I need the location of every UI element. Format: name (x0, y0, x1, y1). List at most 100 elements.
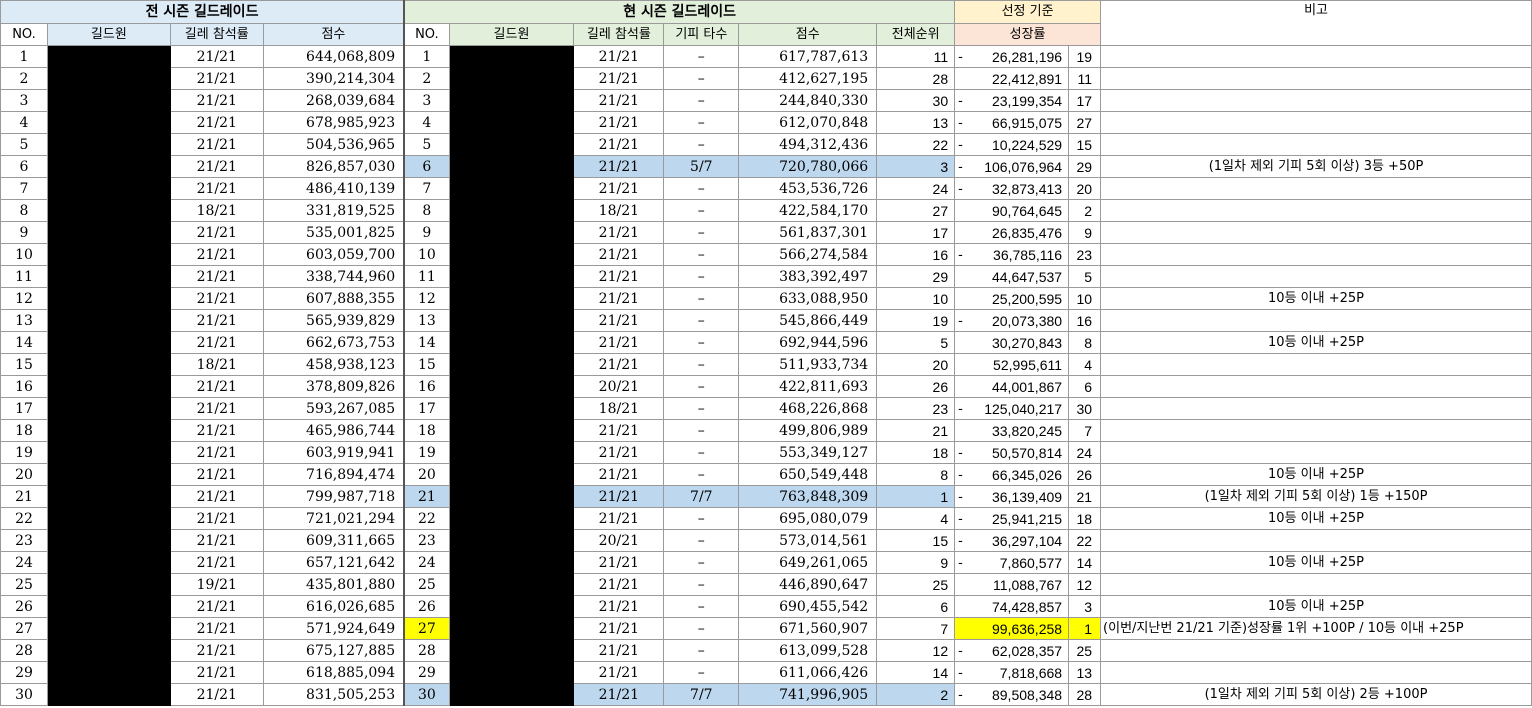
curr-attendance-cell: 21/21 (573, 221, 665, 244)
redacted-member-cell (448, 551, 575, 574)
growth-cell: - 36,297,104 (954, 529, 1070, 552)
redacted-member-cell (448, 683, 575, 706)
negative-sign: - (958, 510, 963, 526)
remark-cell (1100, 529, 1532, 552)
growth-value: 36,139,409 (991, 488, 1063, 505)
negative-sign: - (958, 554, 963, 570)
redacted-member-cell (448, 67, 575, 90)
overall-rank-cell: 19 (876, 309, 956, 332)
prev-score-cell: 338,744,960 (262, 265, 405, 288)
overall-rank-cell: 2 (876, 683, 956, 706)
curr-score-cell: 573,014,561 (738, 529, 878, 552)
redacted-member-cell (448, 199, 575, 222)
prev-score-cell: 657,121,642 (262, 551, 405, 574)
redacted-member-cell (46, 89, 171, 112)
curr-no-cell: 26 (403, 595, 450, 618)
prev-attendance-cell: 21/21 (169, 309, 264, 332)
redacted-member-cell (46, 155, 171, 178)
curr-score-cell: 545,866,449 (738, 309, 878, 332)
curr-attendance-cell: 20/21 (573, 529, 665, 552)
redacted-member-cell (46, 595, 171, 618)
growth-rank-cell: 19 (1068, 45, 1102, 68)
growth-rank-cell: 4 (1068, 353, 1102, 376)
growth-value: 33,820,245 (991, 422, 1063, 439)
redacted-member-cell (46, 683, 171, 706)
curr-no-cell: 4 (403, 111, 450, 134)
boss-hits-cell: – (663, 639, 740, 662)
prev-no-cell: 26 (0, 595, 48, 618)
boss-hits-cell: – (663, 309, 740, 332)
growth-value: 30,270,843 (991, 334, 1063, 351)
curr-score-cell: 422,811,693 (738, 375, 878, 398)
prev-no-cell: 23 (0, 529, 48, 552)
growth-value: 36,785,116 (993, 246, 1063, 263)
redacted-member-cell (448, 661, 575, 684)
prev-attendance-cell: 21/21 (169, 221, 264, 244)
overall-rank-cell: 26 (876, 375, 956, 398)
curr-score-cell: 446,890,647 (738, 573, 878, 596)
negative-sign: - (958, 466, 963, 482)
curr-attendance-cell: 21/21 (573, 243, 665, 266)
prev-score-cell: 565,939,829 (262, 309, 405, 332)
curr-no-cell: 9 (403, 221, 450, 244)
redacted-member-cell (448, 529, 575, 552)
table-row: 22 21/21 721,021,294 22 21/21–695,080,079 4-2… (0, 507, 1532, 530)
overall-rank-cell: 18 (876, 441, 956, 464)
growth-rank-cell: 1 (1068, 617, 1102, 640)
growth-rank-cell: 7 (1068, 419, 1102, 442)
curr-no-cell: 21 (403, 485, 450, 508)
curr-attendance-cell: 21/21 (573, 419, 665, 442)
curr-attendance-header: 길레 참석률 (573, 23, 665, 46)
prev-no-cell: 27 (0, 617, 48, 640)
prev-no-cell: 17 (0, 397, 48, 420)
growth-rank-cell: 13 (1068, 661, 1102, 684)
growth-cell: - 66,915,075 (954, 111, 1070, 134)
remark-cell (1100, 661, 1532, 684)
prev-attendance-cell: 21/21 (169, 265, 264, 288)
redacted-member-cell (448, 573, 575, 596)
growth-value: 50,570,814 (991, 444, 1063, 461)
redacted-member-cell (448, 397, 575, 420)
curr-score-cell: 511,933,734 (738, 353, 878, 376)
curr-score-cell: 412,627,195 (738, 67, 878, 90)
growth-cell: - 66,345,026 (954, 463, 1070, 486)
growth-cell: - 26,281,196 (954, 45, 1070, 68)
remark-cell (1100, 199, 1532, 222)
overall-rank-cell: 9 (876, 551, 956, 574)
prev-no-cell: 7 (0, 177, 48, 200)
remark-cell (1100, 419, 1532, 442)
prev-no-cell: 6 (0, 155, 48, 178)
prev-score-cell: 831,505,253 (262, 683, 405, 706)
boss-hits-cell: 7/7 (663, 683, 740, 706)
curr-no-cell: 3 (403, 89, 450, 112)
growth-cell: - 62,028,357 (954, 639, 1070, 662)
remark-cell (1100, 45, 1532, 68)
prev-no-cell: 8 (0, 199, 48, 222)
growth-value: 22,412,891 (991, 70, 1063, 87)
curr-no-cell: 24 (403, 551, 450, 574)
prev-score-cell: 826,857,030 (262, 155, 405, 178)
prev-score-cell: 465,986,744 (262, 419, 405, 442)
remark-cell: (1일차 제외 기피 5회 이상) 1등 +150P (1100, 485, 1532, 508)
remark-cell: (1일차 제외 기피 5회 이상) 2등 +100P (1100, 683, 1532, 706)
curr-no-cell: 27 (403, 617, 450, 640)
prev-score-cell: 331,819,525 (262, 199, 405, 222)
negative-sign: - (958, 444, 963, 460)
remark-cell: 10등 이내 +25P (1100, 507, 1532, 530)
curr-no-cell: 25 (403, 573, 450, 596)
growth-value: 89,508,348 (991, 686, 1063, 703)
redacted-member-cell (46, 507, 171, 530)
table-row: 18 21/21 465,986,744 18 21/21–499,806,989 21 3… (0, 419, 1532, 442)
growth-rank-cell: 3 (1068, 595, 1102, 618)
boss-hits-cell: – (663, 507, 740, 530)
curr-score-cell: 741,996,905 (738, 683, 878, 706)
curr-no-cell: 8 (403, 199, 450, 222)
curr-score-cell: 650,549,448 (738, 463, 878, 486)
curr-score-cell: 649,261,065 (738, 551, 878, 574)
curr-no-cell: 5 (403, 133, 450, 156)
table-row: 27 21/21 571,924,649 27 21/21–671,560,907 7 99… (0, 617, 1532, 640)
prev-score-cell: 799,987,718 (262, 485, 405, 508)
overall-rank-cell: 27 (876, 199, 956, 222)
redacted-member-cell (448, 309, 575, 332)
boss-hits-cell: – (663, 243, 740, 266)
